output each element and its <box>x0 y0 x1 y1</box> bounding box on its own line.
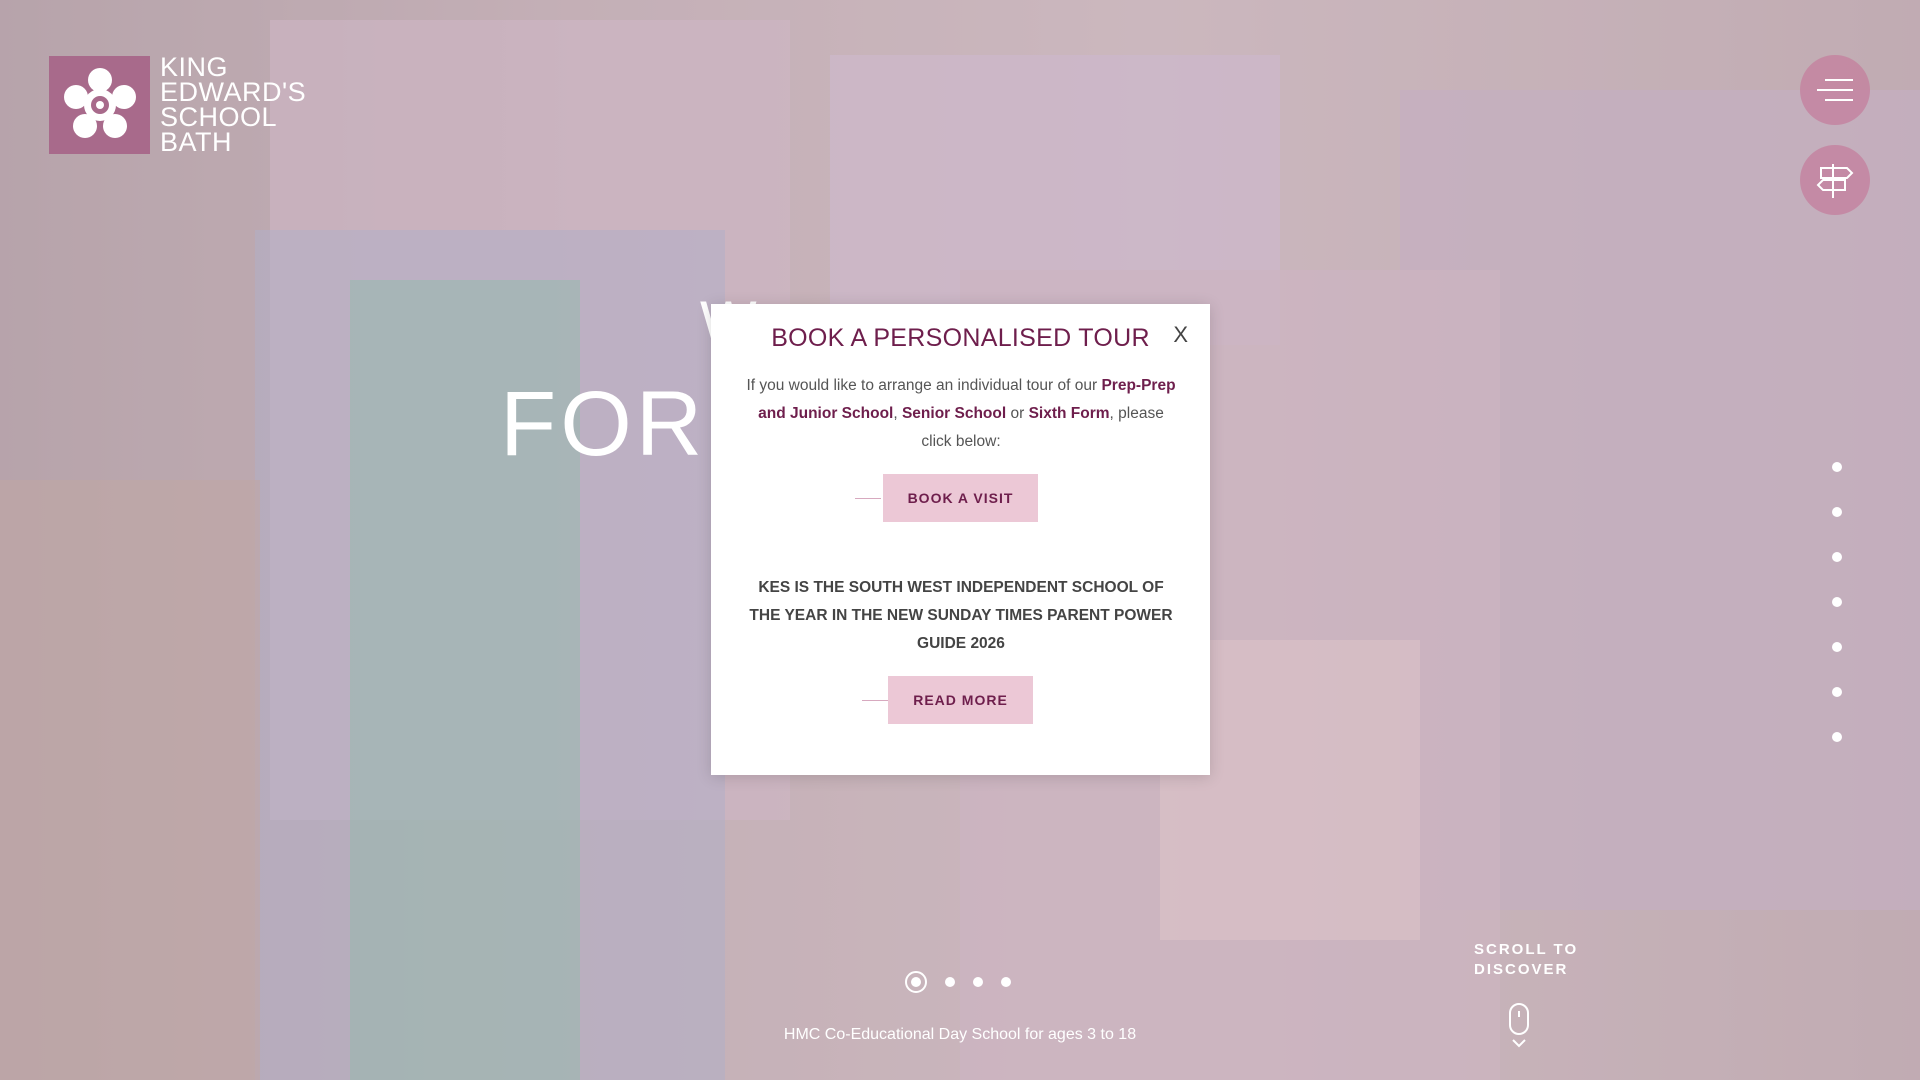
link-senior-school[interactable]: Senior School <box>902 405 1006 422</box>
section-nav-dot[interactable] <box>1832 552 1842 562</box>
section-nav-dot[interactable] <box>1832 462 1842 472</box>
quicklinks-button[interactable] <box>1800 145 1870 215</box>
read-more-wrap: READ MORE <box>711 676 1210 724</box>
section-nav-dot[interactable] <box>1832 642 1842 652</box>
modal-title: BOOK A PERSONALISED TOUR <box>771 324 1150 352</box>
modal-intro-text: If you would like to arrange an individu… <box>746 377 1176 450</box>
section-nav <box>1832 462 1842 742</box>
rose-crest-icon <box>49 56 150 154</box>
section-nav-dot[interactable] <box>1832 507 1842 517</box>
book-visit-wrap: BOOK A VISIT <box>711 474 1210 522</box>
logo-wordmark: King Edward's School Bath <box>160 52 307 157</box>
slider-pagination <box>905 971 1011 993</box>
cta-decor-line <box>862 700 888 701</box>
scroll-to-discover-label[interactable]: SCROLL TO DISCOVER <box>1474 940 1578 980</box>
slider-dot[interactable] <box>945 977 955 987</box>
slider-dot[interactable] <box>973 977 983 987</box>
signpost-icon <box>1816 164 1854 198</box>
read-more-button[interactable]: READ MORE <box>888 676 1033 724</box>
cta-decor-line <box>855 498 881 499</box>
school-logo[interactable]: King Edward's School Bath <box>49 52 307 157</box>
section-nav-dot[interactable] <box>1832 687 1842 697</box>
mouse-scroll-icon[interactable] <box>1508 1002 1530 1050</box>
slider-dot-active[interactable] <box>905 971 927 993</box>
slider-dot[interactable] <box>1001 977 1011 987</box>
menu-button[interactable] <box>1800 55 1870 125</box>
hero-tagline: HMC Co-Educational Day School for ages 3… <box>783 1026 1137 1043</box>
section-nav-dot[interactable] <box>1832 597 1842 607</box>
hamburger-menu-icon <box>1817 79 1853 101</box>
link-sixth-form[interactable]: Sixth Form <box>1029 405 1110 422</box>
book-tour-modal: BOOK A PERSONALISED TOUR X If you would … <box>711 304 1210 775</box>
modal-close-button[interactable]: X <box>1173 322 1188 348</box>
book-visit-button[interactable]: BOOK A VISIT <box>882 474 1039 522</box>
section-nav-dot[interactable] <box>1832 732 1842 742</box>
modal-news-text: KES IS THE SOUTH WEST INDEPENDENT SCHOOL… <box>749 579 1173 652</box>
